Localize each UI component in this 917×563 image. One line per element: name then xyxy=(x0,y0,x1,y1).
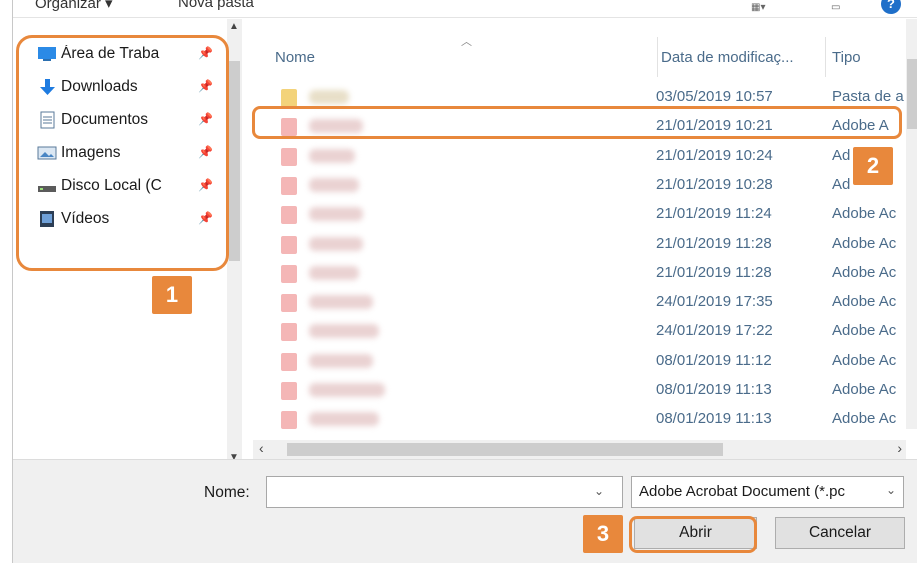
pdf-file-icon xyxy=(281,411,297,430)
file-date: 08/01/2019 11:13 xyxy=(656,381,772,398)
file-type: Adobe Ac xyxy=(832,234,897,252)
dialog-footer: Nome: ⌄ Adobe Acrobat Document (*.pc ⌄ A… xyxy=(13,459,917,563)
annotation-box-open-button xyxy=(629,516,757,553)
file-name-blurred xyxy=(309,383,385,397)
nav-scroll-thumb[interactable] xyxy=(229,61,240,261)
pdf-file-icon xyxy=(281,206,297,225)
help-icon[interactable]: ? xyxy=(881,0,901,14)
file-name-label: Nome: xyxy=(204,484,250,501)
file-type: Adobe Ac xyxy=(832,263,897,281)
file-date: 24/01/2019 17:35 xyxy=(656,293,773,311)
preview-pane-icon[interactable]: ▭ xyxy=(831,2,840,13)
file-type-value: Adobe Acrobat Document (*.pc xyxy=(639,483,845,500)
file-row[interactable]: 08/01/2019 11:12 Adobe Ac xyxy=(253,347,917,376)
file-type: Adobe Ac xyxy=(832,410,897,428)
file-row[interactable]: 21/01/2019 10:28 Ad xyxy=(253,171,917,200)
file-date: 21/01/2019 10:24 xyxy=(656,146,773,164)
toolbar: Organizar ▾ Nova pasta ▦▾ ▭ ? xyxy=(13,0,917,18)
file-date: 21/01/2019 10:28 xyxy=(656,175,773,193)
file-date: 21/01/2019 11:28 xyxy=(656,263,772,281)
file-row[interactable]: 21/01/2019 11:24 Adobe Ac xyxy=(253,200,917,229)
file-row[interactable]: 08/01/2019 11:13 Adobe Ac xyxy=(253,376,917,405)
column-header-name[interactable]: Nome xyxy=(275,37,645,77)
vertical-scroll-thumb[interactable] xyxy=(907,59,917,129)
column-header-date[interactable]: Data de modificaç... xyxy=(657,37,823,77)
file-name-blurred xyxy=(309,295,373,310)
file-row[interactable]: 21/01/2019 11:28 Adobe Ac xyxy=(253,259,917,288)
nav-scrollbar[interactable]: ▲ ▼ xyxy=(227,19,242,465)
folder-icon xyxy=(281,89,297,107)
file-name-input[interactable] xyxy=(266,476,623,508)
annotation-box-selected-file xyxy=(252,106,902,139)
file-type-select[interactable]: Adobe Acrobat Document (*.pc xyxy=(631,476,904,508)
file-row[interactable]: 24/01/2019 17:22 Adobe Ac xyxy=(253,317,917,346)
pdf-file-icon xyxy=(281,294,297,313)
pdf-file-icon xyxy=(281,235,297,254)
file-name-blurred xyxy=(309,236,363,251)
pdf-file-icon xyxy=(281,176,297,195)
annotation-box-navigation xyxy=(16,35,229,271)
file-type: Pasta de a xyxy=(832,88,904,105)
file-type: Adobe Ac xyxy=(832,351,897,369)
annotation-badge-2: 2 xyxy=(853,147,893,185)
organize-menu-button[interactable]: Organizar ▾ xyxy=(35,0,113,12)
pdf-file-icon xyxy=(281,264,297,283)
scroll-right-icon[interactable]: › xyxy=(897,440,902,456)
file-date: 03/05/2019 10:57 xyxy=(656,88,773,105)
file-name-blurred xyxy=(309,324,379,339)
column-header-type[interactable]: Tipo xyxy=(825,37,915,77)
file-type: Adobe Ac xyxy=(832,205,897,223)
pdf-file-icon xyxy=(281,147,297,166)
pdf-file-icon xyxy=(281,352,297,371)
file-row[interactable]: 21/01/2019 10:24 Ad xyxy=(253,142,917,171)
file-name-blurred xyxy=(309,90,349,104)
file-name-blurred xyxy=(309,353,373,368)
file-list: ︿ Nome Data de modificaç... Tipo 03/05/2… xyxy=(253,19,917,459)
file-name-blurred xyxy=(309,265,359,280)
cancel-button[interactable]: Cancelar xyxy=(775,517,905,549)
file-name-blurred xyxy=(309,207,363,222)
view-options-icon[interactable]: ▦▾ xyxy=(751,2,765,13)
scroll-left-icon[interactable]: ‹ xyxy=(259,440,264,456)
file-name-blurred xyxy=(309,412,379,427)
new-folder-button[interactable]: Nova pasta xyxy=(178,0,254,11)
file-type: Adobe Ac xyxy=(832,322,897,340)
scroll-up-icon[interactable]: ▲ xyxy=(229,21,239,32)
pdf-file-icon xyxy=(281,323,297,342)
file-date: 24/01/2019 17:22 xyxy=(656,322,773,340)
file-type: Adobe Ac xyxy=(832,381,897,398)
file-list-vertical-scrollbar[interactable] xyxy=(906,19,917,429)
file-row[interactable]: 08/01/2019 11:13 Adobe Ac xyxy=(253,405,917,434)
annotation-badge-3: 3 xyxy=(583,515,623,553)
file-row[interactable]: 21/01/2019 11:28 Adobe Ac xyxy=(253,230,917,259)
file-date: 21/01/2019 11:24 xyxy=(656,205,772,223)
annotation-badge-1: 1 xyxy=(152,276,192,314)
file-name-blurred xyxy=(309,177,359,192)
pdf-file-icon xyxy=(281,382,297,400)
horizontal-scroll-thumb[interactable] xyxy=(287,443,723,456)
file-name-blurred xyxy=(309,148,355,163)
file-date: 08/01/2019 11:13 xyxy=(656,410,772,428)
file-date: 08/01/2019 11:12 xyxy=(656,351,772,369)
file-date: 21/01/2019 11:28 xyxy=(656,234,772,252)
file-type: Adobe Ac xyxy=(832,293,897,311)
chevron-down-icon[interactable]: ⌄ xyxy=(886,483,896,497)
file-list-horizontal-scrollbar[interactable]: ‹ › xyxy=(253,440,906,459)
file-row[interactable]: 24/01/2019 17:35 Adobe Ac xyxy=(253,288,917,317)
